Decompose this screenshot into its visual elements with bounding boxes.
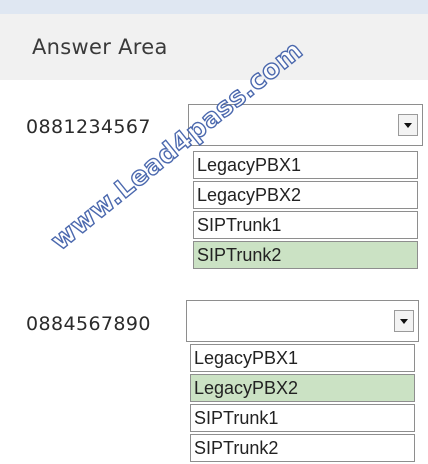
destination-dropdown-1[interactable] xyxy=(188,104,423,146)
dropdown-1-option-siptrunk2[interactable]: SIPTrunk2 xyxy=(193,241,418,269)
answer-area-title: Answer Area xyxy=(32,35,168,59)
dropdown-2-option-siptrunk1[interactable]: SIPTrunk1 xyxy=(190,404,415,432)
dropdown-1-option-legacypbx2[interactable]: LegacyPBX2 xyxy=(193,181,418,209)
dropdown-1-option-legacypbx1[interactable]: LegacyPBX1 xyxy=(193,151,418,179)
top-strip xyxy=(0,0,428,14)
dropdown-2-option-legacypbx1[interactable]: LegacyPBX1 xyxy=(190,344,415,372)
dropdown-2-option-legacypbx2[interactable]: LegacyPBX2 xyxy=(190,374,415,402)
dropdown-1-option-siptrunk1[interactable]: SIPTrunk1 xyxy=(193,211,418,239)
answer-page: Answer Area 0881234567 LegacyPBX1 Legacy… xyxy=(0,0,428,464)
dropdown-2-option-siptrunk2[interactable]: SIPTrunk2 xyxy=(190,434,415,462)
phone-number-2: 0884567890 xyxy=(26,313,151,335)
destination-dropdown-2[interactable] xyxy=(186,300,419,342)
phone-number-1: 0881234567 xyxy=(26,116,151,138)
chevron-down-icon[interactable] xyxy=(394,310,414,332)
chevron-down-icon[interactable] xyxy=(398,114,418,136)
